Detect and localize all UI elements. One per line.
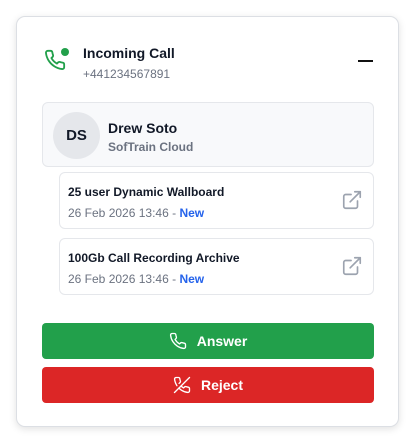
ticket-date: 26 Feb 2026 13:46 [68,272,169,286]
ticket-title: 25 user Dynamic Wallboard [68,185,225,199]
ticket-date: 26 Feb 2026 13:46 [68,206,169,220]
call-title: Incoming Call [83,45,175,61]
ticket-meta: 26 Feb 2026 13:46 - New [68,272,204,286]
ticket-status: New [179,206,205,220]
avatar: DS [53,112,100,159]
contact-card[interactable]: DS Drew Soto SofTrain Cloud [42,102,374,167]
contact-name: Drew Soto [108,120,178,136]
external-link-icon[interactable] [341,255,363,277]
call-header: Incoming Call +441234567891 [17,17,398,107]
phone-off-icon [173,376,191,394]
caller-number: +441234567891 [83,67,171,81]
ticket-separator: - [168,206,180,220]
ticket-item[interactable]: 25 user Dynamic Wallboard 26 Feb 2026 13… [59,172,374,229]
external-link-icon[interactable] [341,189,363,211]
ticket-title: 100Gb Call Recording Archive [68,251,240,265]
answer-button[interactable]: Answer [42,323,374,359]
ticket-item[interactable]: 100Gb Call Recording Archive 26 Feb 2026… [59,238,374,295]
ticket-meta: 26 Feb 2026 13:46 - New [68,206,204,220]
reject-button[interactable]: Reject [42,367,374,403]
ticket-status: New [179,272,205,286]
incoming-call-card: Incoming Call +441234567891 DS Drew Soto… [16,16,399,427]
online-status-dot [61,48,69,56]
minimize-button[interactable] [354,53,376,69]
ticket-separator: - [168,272,180,286]
phone-icon [169,332,186,350]
answer-label: Answer [196,333,248,349]
contact-company: SofTrain Cloud [108,140,194,154]
minus-icon [357,60,373,62]
reject-label: Reject [200,377,244,393]
